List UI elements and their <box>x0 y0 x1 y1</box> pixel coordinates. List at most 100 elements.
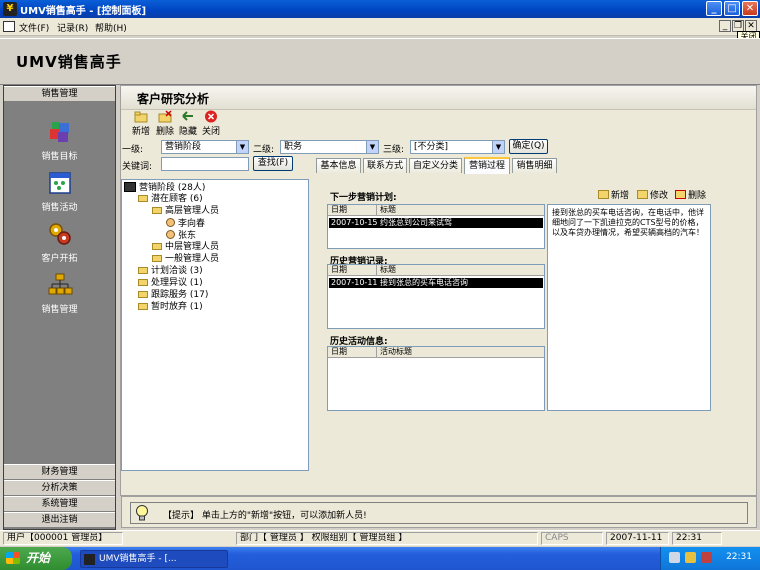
start-button[interactable]: 开始 <box>0 547 72 570</box>
tree-node-potential[interactable]: 潜在顾客 (6) <box>138 194 203 205</box>
customer-tree[interactable]: 营销阶段 (28人) 潜在顾客 (6) 高层管理人员 李向春 张东 中层管理人员… <box>121 179 309 471</box>
folder-icon <box>138 267 148 274</box>
table-row[interactable]: 2007-10-11 接到张总的买车电话咨询 <box>329 278 543 288</box>
tree-node-middle[interactable]: 中层管理人员 <box>152 242 219 253</box>
tree-node-person[interactable]: 李向春 <box>166 218 205 230</box>
history-list[interactable]: 日期 标题 2007-10-11 接到张总的买车电话咨询 <box>327 264 545 329</box>
tab-custom-category[interactable]: 自定义分类 <box>409 158 462 173</box>
tree-node-senior[interactable]: 高层管理人员 <box>152 206 219 217</box>
tab-sales-detail[interactable]: 销售明细 <box>512 158 557 173</box>
nav-item-customer-dev[interactable]: 客户开拓 <box>4 221 115 264</box>
new-folder-icon <box>134 111 148 123</box>
tree-node-followup[interactable]: 跟踪服务 (17) <box>138 290 208 301</box>
activity-list[interactable]: 日期 活动标题 <box>327 346 545 411</box>
status-user: 用户【000001 管理员】 <box>3 532 123 545</box>
folder-icon <box>138 279 148 286</box>
tree-node-plan[interactable]: 计划洽谈 (3) <box>138 266 203 277</box>
tip-text: 【提示】 单击上方的"新增"按钮，可以添加新人员! <box>163 511 367 521</box>
folder-icon <box>152 207 162 214</box>
level1-label: 一级: <box>122 145 144 155</box>
gears-icon <box>48 223 71 245</box>
folder-icon <box>152 255 162 262</box>
minimize-button[interactable]: _ <box>706 1 722 16</box>
record-note: 接到张总的买车电话咨询，在电话中，他详细地问了一下凯迪拉克的CTS型号的价格，以… <box>547 204 711 411</box>
window-title: UMV销售高手 - [控制面板] <box>20 6 147 17</box>
left-nav: 销售管理 销售目标 销售活动 客户开拓 销售管理 财务管理 分析决策 系统管理 … <box>3 85 116 530</box>
delete-icon <box>675 190 686 199</box>
security-icon[interactable] <box>701 552 712 563</box>
chevron-down-icon: ▼ <box>366 141 378 153</box>
table-row[interactable]: 2007-10-15 约张总到公司来试驾 <box>329 218 543 228</box>
new-button[interactable]: 新增 <box>128 110 154 137</box>
window-close-button[interactable]: ✕ <box>742 1 758 16</box>
nav-item-label: 销售目标 <box>41 152 78 162</box>
volume-icon[interactable] <box>685 552 696 563</box>
menu-record[interactable]: 记录(R) <box>57 21 88 34</box>
level2-label: 二级: <box>253 145 275 155</box>
folder-icon <box>138 195 148 202</box>
level2-select[interactable]: 职务 ▼ <box>280 140 379 154</box>
keyword-input[interactable] <box>161 157 249 171</box>
level1-select[interactable]: 营销阶段 ▼ <box>161 140 249 154</box>
edit-icon <box>637 190 648 199</box>
close-button[interactable]: 关闭 <box>198 110 224 137</box>
folder-icon <box>138 303 148 310</box>
calendar-icon <box>48 172 71 194</box>
people-icon <box>124 182 136 192</box>
plan-edit-button[interactable]: 修改 <box>637 188 668 201</box>
plan-list[interactable]: 日期 标题 2007-10-15 约张总到公司来试驾 <box>327 204 545 249</box>
status-caps: CAPS <box>541 532 603 545</box>
nav-item-sales-target[interactable]: 销售目标 <box>4 119 115 162</box>
clock: 22:31 <box>726 552 752 562</box>
windows-logo-icon <box>6 552 20 564</box>
system-menu-icon[interactable] <box>3 21 15 32</box>
nav-section-logout[interactable]: 退出注销 <box>4 512 115 528</box>
status-dept: 部门【 管理员 】 权限组别【 管理员组 】 <box>236 532 538 545</box>
tree-node-objection[interactable]: 处理异议 (1) <box>138 278 203 289</box>
plan-new-button[interactable]: 新增 <box>598 188 629 201</box>
plan-delete-button[interactable]: 删除 <box>675 188 706 201</box>
network-icon[interactable] <box>669 552 680 563</box>
list-header: 日期 活动标题 <box>328 347 544 358</box>
tab-sales-process[interactable]: 营销过程 <box>464 157 510 174</box>
app-header: UMV销售高手 <box>0 38 760 85</box>
tree-node-root[interactable]: 营销阶段 (28人) <box>124 182 205 194</box>
cubes-icon <box>49 122 69 142</box>
nav-item-label: 销售管理 <box>41 305 78 315</box>
maximize-button[interactable]: □ <box>724 1 740 16</box>
window-title-bar[interactable]: ¥ UMV销售高手 - [控制面板] _ □ ✕ <box>0 0 760 18</box>
app-title: UMV销售高手 <box>16 53 122 71</box>
menu-help[interactable]: 帮助(H) <box>95 21 127 34</box>
person-icon <box>166 218 175 227</box>
nav-section-finance[interactable]: 财务管理 <box>4 464 115 480</box>
level3-select[interactable]: [不分类] ▼ <box>410 140 505 154</box>
menu-bar: 文件(F) 记录(R) 帮助(H) <box>0 18 760 36</box>
app-icon: ¥ <box>3 2 17 16</box>
tab-contact[interactable]: 联系方式 <box>363 158 407 173</box>
nav-item-label: 客户开拓 <box>41 254 78 264</box>
menu-file[interactable]: 文件(F) <box>19 21 49 34</box>
nav-item-sales-activity[interactable]: 销售活动 <box>4 170 115 213</box>
taskbar-app-item[interactable]: UMV销售高手 - [... <box>80 550 228 568</box>
list-header: 日期 标题 <box>328 205 544 216</box>
org-chart-icon <box>48 273 72 295</box>
status-time: 22:31 <box>672 532 722 545</box>
arrow-left-icon <box>182 111 193 121</box>
app-icon <box>84 554 95 565</box>
tree-node-general[interactable]: 一般管理人员 <box>152 254 219 265</box>
nav-item-label: 销售活动 <box>41 203 78 213</box>
delete-folder-icon <box>158 110 172 123</box>
mdi-minimize-button[interactable]: _ <box>719 20 731 32</box>
level3-label: 三级: <box>383 145 405 155</box>
nav-item-sales-manage[interactable]: 销售管理 <box>4 272 115 315</box>
tree-node-abandon[interactable]: 暂时放弃 (1) <box>138 302 203 313</box>
nav-section-sales[interactable]: 销售管理 <box>4 86 115 102</box>
search-button[interactable]: 查找(F) <box>253 156 293 171</box>
nav-section-analysis[interactable]: 分析决策 <box>4 480 115 496</box>
tree-node-person[interactable]: 张东 <box>166 230 196 242</box>
list-header: 日期 标题 <box>328 265 544 276</box>
lightbulb-icon <box>136 505 148 521</box>
tab-basic-info[interactable]: 基本信息 <box>316 158 361 173</box>
nav-section-system[interactable]: 系统管理 <box>4 496 115 512</box>
confirm-button[interactable]: 确定(Q) <box>509 139 548 154</box>
